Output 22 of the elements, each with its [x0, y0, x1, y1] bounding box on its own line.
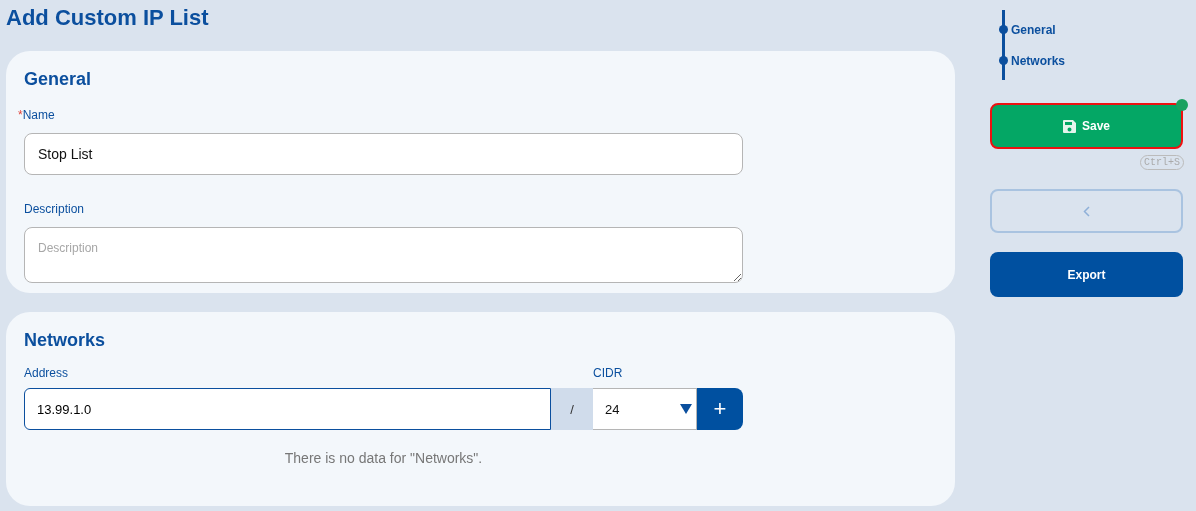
- address-field[interactable]: 13.99.1.0: [24, 388, 551, 430]
- chevron-left-icon: [1083, 205, 1090, 217]
- nav-link[interactable]: General: [1011, 22, 1056, 37]
- field-label: CIDR: [593, 366, 623, 380]
- field-label: Address: [24, 366, 69, 380]
- nav-link[interactable]: Networks: [1011, 53, 1066, 68]
- export-button[interactable]: Export: [990, 252, 1183, 297]
- add-button[interactable]: +: [697, 388, 743, 430]
- field-label: Description: [24, 202, 85, 216]
- name-field[interactable]: Stop List: [24, 133, 743, 175]
- section-title: General: [24, 69, 93, 89]
- page-title: Add Custom IP List: [6, 6, 210, 30]
- empty-message: There is no data for "Networks".: [283, 450, 484, 466]
- required-mark: *: [18, 108, 23, 122]
- section-title: Networks: [24, 330, 107, 350]
- status-dot-icon: [1176, 99, 1188, 111]
- cidr-dropdown[interactable]: 24: [593, 388, 697, 430]
- dropdown-caret-icon: [680, 404, 692, 414]
- description-field[interactable]: Description: [24, 227, 743, 283]
- field-label: Name: [22, 108, 55, 122]
- separator-label: /: [551, 388, 593, 430]
- back-button[interactable]: [990, 189, 1183, 233]
